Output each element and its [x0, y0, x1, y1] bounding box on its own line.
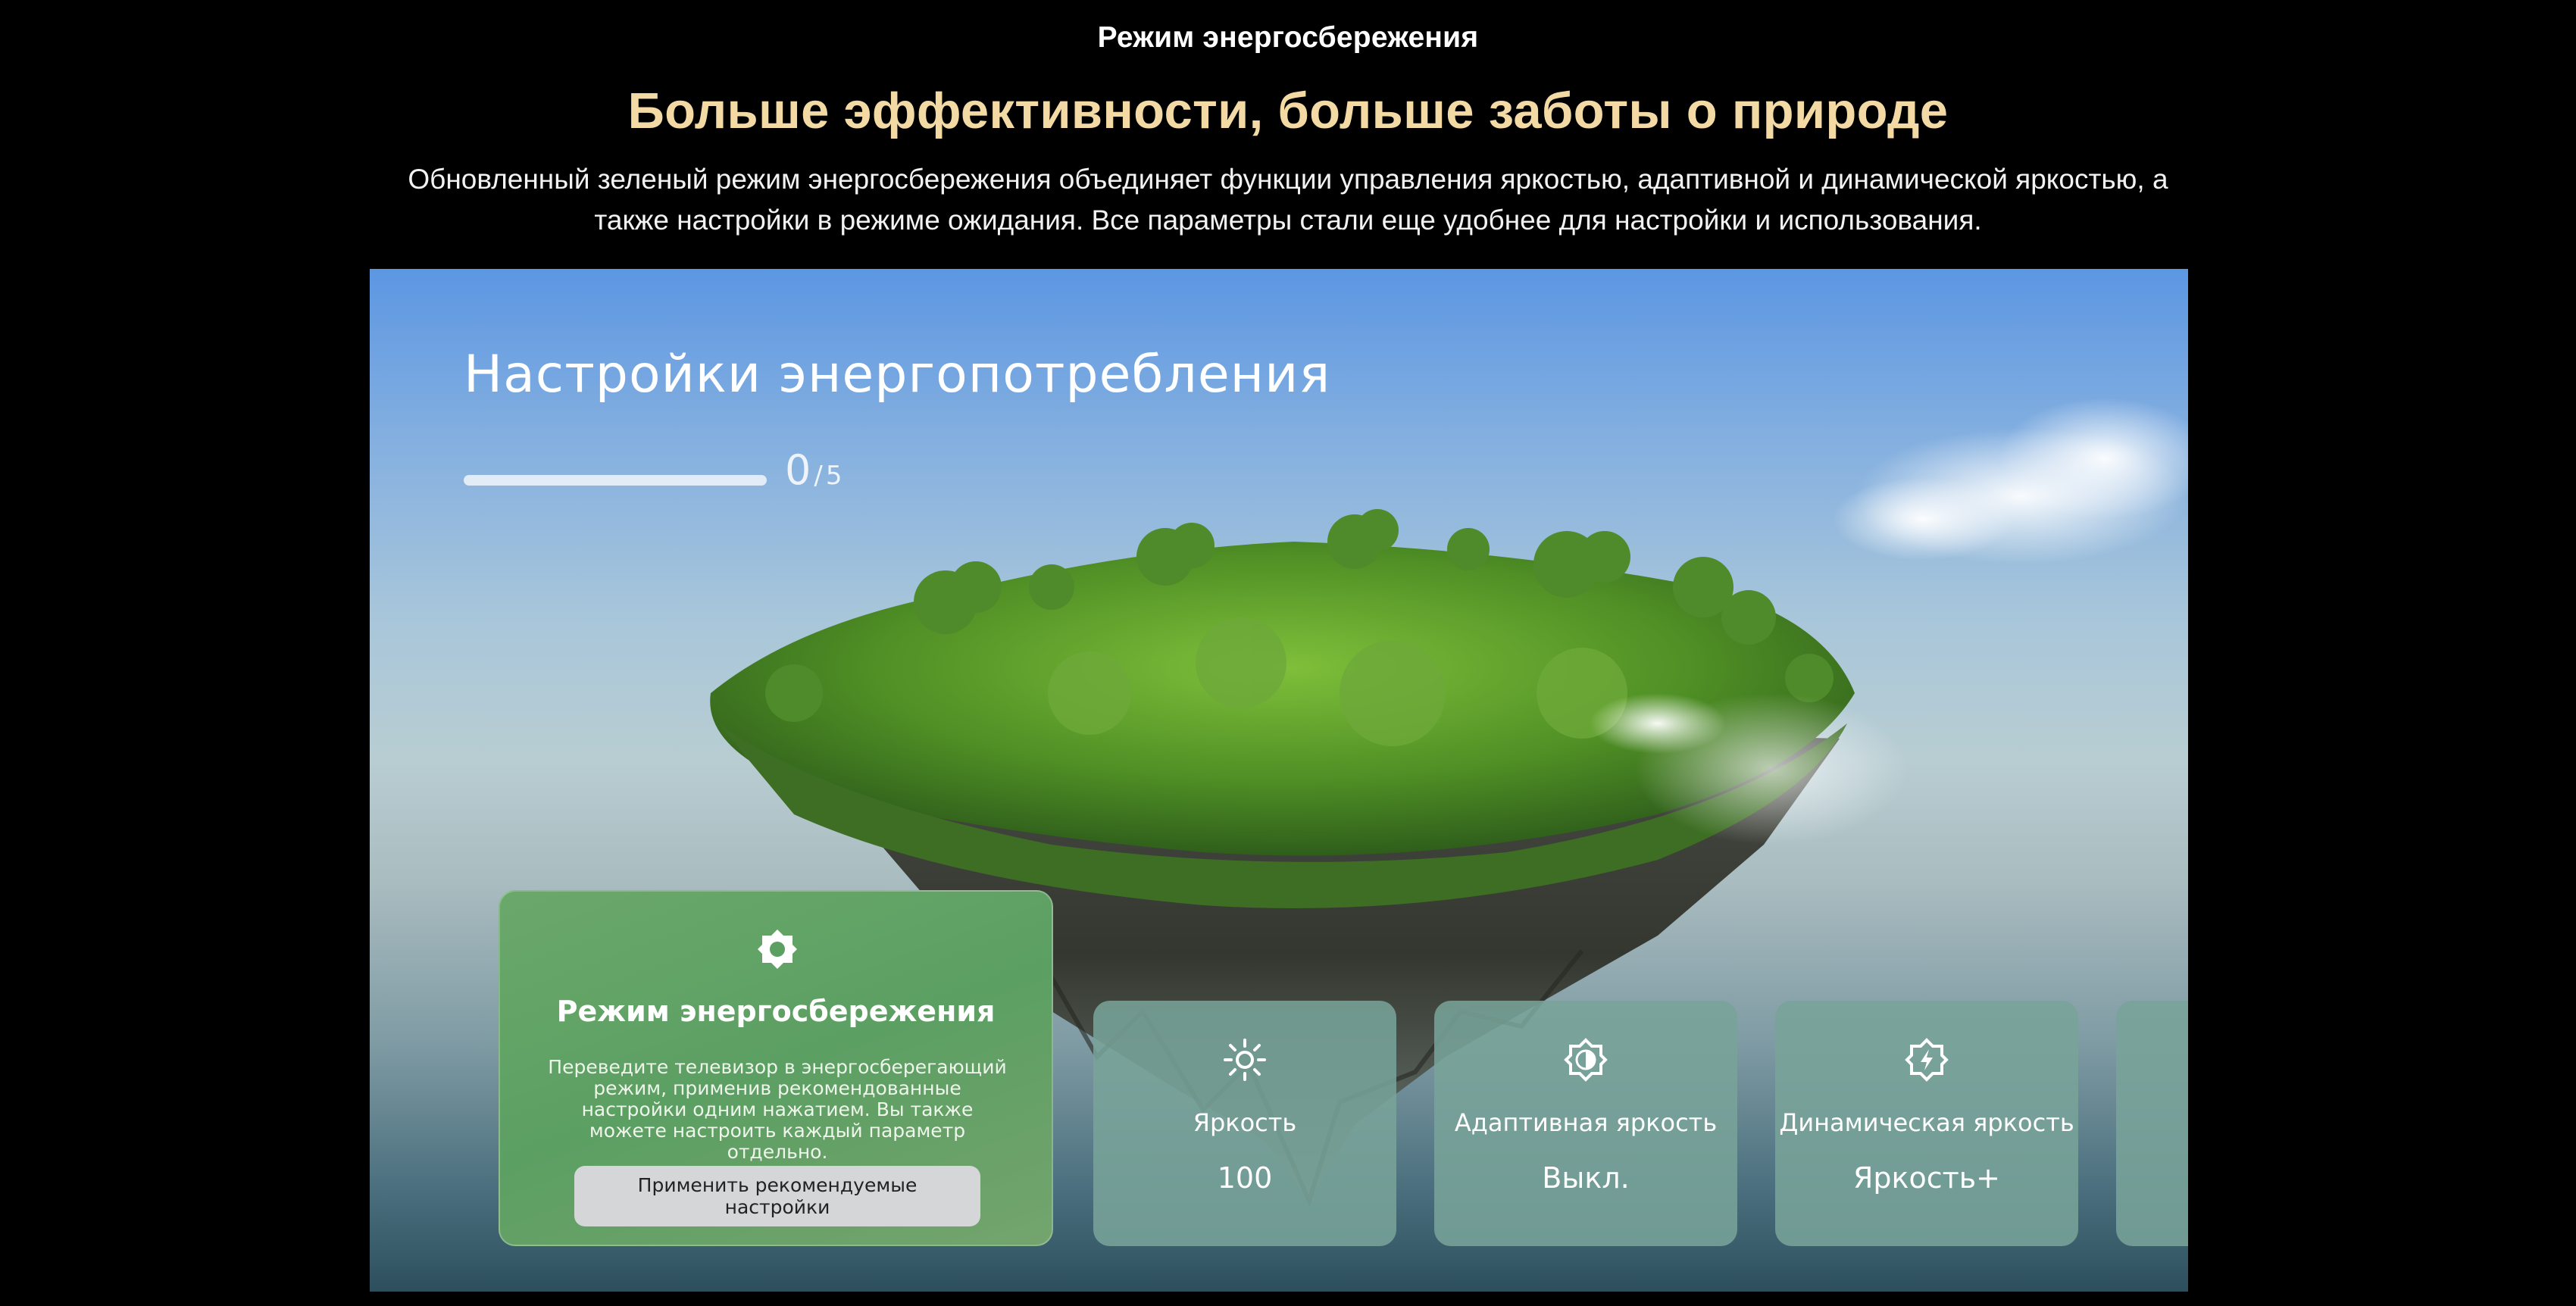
- page-description: Обновленный зеленый режим энергосбережен…: [408, 164, 2168, 236]
- dynamic-brightness-value: Яркость+: [1853, 1161, 2000, 1195]
- apply-recommended-button[interactable]: Применить рекомендуемые настройки: [574, 1166, 980, 1226]
- dynamic-brightness-label: Динамическая яркость: [1779, 1108, 2074, 1137]
- eco-badge-icon: [758, 930, 797, 969]
- dynamic-brightness-icon: [1905, 1038, 1949, 1082]
- page-eyebrow: Режим энергосбережения: [1097, 21, 1479, 54]
- brightness-card[interactable]: Яркость 100: [1093, 1001, 1396, 1246]
- adaptive-brightness-card[interactable]: Адаптивная яркость Выкл.: [1434, 1001, 1737, 1246]
- energy-saving-description: Переведите телевизор в энергосберегающий…: [548, 1056, 1007, 1163]
- dynamic-brightness-card[interactable]: Динамическая яркость Яркость+: [1775, 1001, 2078, 1246]
- energy-saving-title: Режим энергосбережения: [556, 995, 996, 1028]
- sun-icon: [1224, 1039, 1266, 1081]
- tv-screen: Настройки энергопотребления 0/5 Режим эн…: [370, 269, 2188, 1292]
- progress-current: 0: [785, 446, 811, 494]
- progress-counter: 0/5: [785, 446, 842, 494]
- progress-total: 5: [825, 461, 843, 491]
- page-headline: Больше эффективности, больше заботы о пр…: [627, 83, 1949, 139]
- progress-separator: /: [814, 461, 823, 491]
- progress-bar: [464, 475, 767, 486]
- energy-saving-card[interactable]: Режим энергосбережения Переведите телеви…: [499, 890, 1053, 1246]
- adaptive-brightness-value: Выкл.: [1542, 1161, 1630, 1195]
- next-setting-card[interactable]: [2116, 1001, 2188, 1246]
- settings-title: Настройки энергопотребления: [464, 345, 1331, 405]
- adaptive-brightness-icon: [1564, 1038, 1608, 1082]
- brightness-label: Яркость: [1193, 1108, 1297, 1137]
- adaptive-brightness-label: Адаптивная яркость: [1454, 1108, 1718, 1137]
- brightness-value: 100: [1217, 1161, 1273, 1195]
